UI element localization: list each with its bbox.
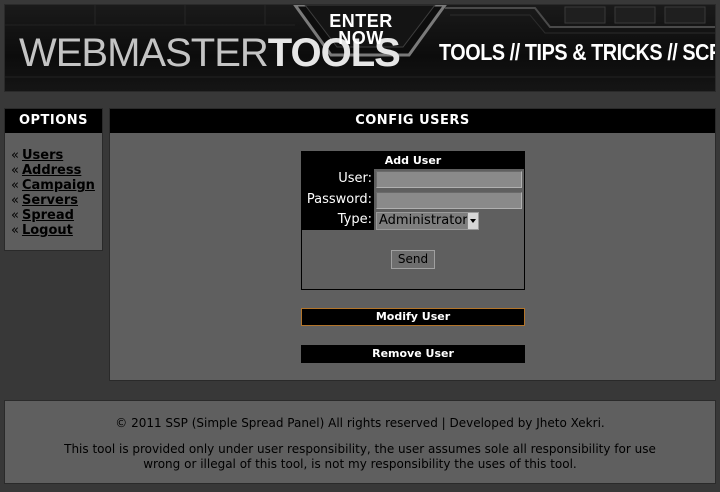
- type-select-value: Administrator: [379, 213, 468, 228]
- remove-user-button[interactable]: Remove User: [301, 345, 525, 363]
- type-row: Type: Administrator: [302, 210, 524, 230]
- sidebar-link-logout[interactable]: Logout: [22, 223, 73, 238]
- page-footer: © 2011 SSP (Simple Spread Panel) All rig…: [4, 400, 716, 484]
- header-banner: WEBMASTERTOOLS ENTER NOW TOOLS // TIPS &…: [4, 4, 716, 92]
- sidebar-title: OPTIONS: [5, 109, 102, 133]
- copyright-text: © 2011 SSP (Simple Spread Panel) All rig…: [115, 416, 605, 430]
- sidebar-item-logout: «Logout: [11, 223, 102, 238]
- sidebar-item-spread: «Spread: [11, 208, 102, 223]
- sidebar-link-servers[interactable]: Servers: [22, 193, 78, 208]
- password-row: Password:: [302, 190, 524, 210]
- bullet-icon: «: [11, 208, 19, 223]
- banner-tagline: TOOLS // TIPS & TRICKS // SCRIPTS: [439, 39, 715, 65]
- sidebar-menu: «Users «Address «Campaign «Servers «Spre…: [5, 133, 102, 238]
- password-label: Password:: [306, 192, 372, 207]
- bullet-icon: «: [11, 163, 19, 178]
- enter-now-line2: NOW: [338, 28, 384, 48]
- chevron-down-icon[interactable]: [467, 213, 478, 229]
- bullet-icon: «: [11, 178, 19, 193]
- config-users-panel: CONFIG USERS Add User User: Password: Ty…: [109, 108, 716, 381]
- sidebar-link-users[interactable]: Users: [22, 148, 63, 163]
- logo-text-webmaster: WEBMASTER: [19, 31, 269, 75]
- sidebar-link-address[interactable]: Address: [22, 163, 81, 178]
- modify-user-button[interactable]: Modify User: [301, 308, 525, 326]
- password-input[interactable]: [376, 192, 522, 209]
- page-title: CONFIG USERS: [110, 109, 715, 133]
- send-button[interactable]: Send: [391, 250, 435, 269]
- options-sidebar: OPTIONS «Users «Address «Campaign «Serve…: [4, 108, 103, 251]
- sidebar-item-campaign: «Campaign: [11, 178, 102, 193]
- enter-now-button[interactable]: ENTER NOW: [321, 12, 401, 48]
- sidebar-item-servers: «Servers: [11, 193, 102, 208]
- sidebar-item-users: «Users: [11, 148, 102, 163]
- sidebar-item-address: «Address: [11, 163, 102, 178]
- user-label: User:: [338, 171, 372, 186]
- bullet-icon: «: [11, 148, 19, 163]
- user-input[interactable]: [376, 171, 522, 188]
- type-label: Type:: [337, 212, 372, 227]
- type-select[interactable]: Administrator: [376, 212, 479, 230]
- sidebar-link-campaign[interactable]: Campaign: [22, 178, 95, 193]
- bullet-icon: «: [11, 223, 19, 238]
- disclaimer-text: This tool is provided only under user re…: [64, 442, 656, 471]
- add-user-form: Add User User: Password: Type: Administr…: [301, 151, 525, 290]
- bullet-icon: «: [11, 193, 19, 208]
- add-user-form-title: Add User: [302, 152, 524, 169]
- user-row: User:: [302, 169, 524, 189]
- sidebar-link-spread[interactable]: Spread: [22, 208, 74, 223]
